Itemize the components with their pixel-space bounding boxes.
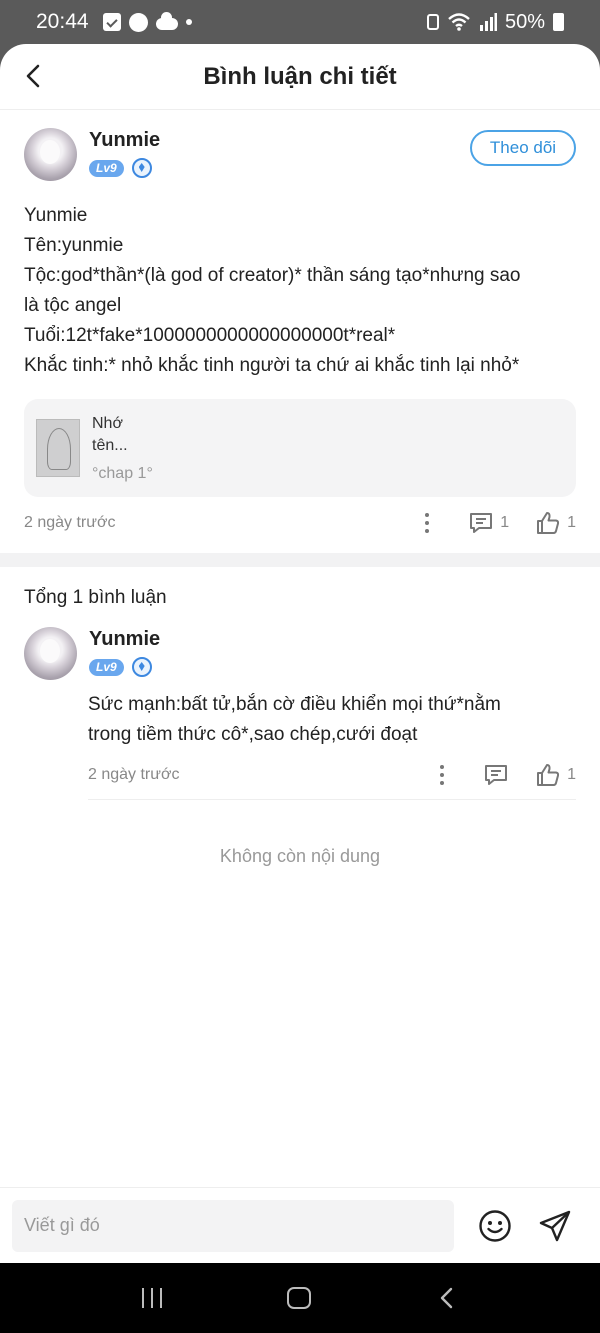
comment-input[interactable] bbox=[12, 1199, 454, 1252]
comment-content: Sức mạnh:bất tử,bắn cờ điều khiển mọi th… bbox=[88, 690, 576, 750]
battery-icon bbox=[553, 13, 564, 31]
end-of-content-label: Không còn nội dung bbox=[219, 846, 381, 866]
recents-button[interactable] bbox=[142, 1288, 163, 1308]
post-actions: 1 1 bbox=[424, 510, 576, 536]
notification-icons bbox=[102, 12, 192, 32]
post-content: Yunmie Tên:yunmie Tộc:god*thần*(là god o… bbox=[24, 201, 576, 381]
post-line: Tuổi:12t*fake*1000000000000000000t*real* bbox=[24, 325, 396, 346]
author-meta: Yunmie Lv9 bbox=[89, 627, 160, 677]
check-notification-icon bbox=[102, 13, 121, 31]
story-title-line: Nhớ bbox=[92, 415, 123, 432]
follow-button[interactable]: Theo dõi bbox=[470, 130, 576, 166]
wifi-icon bbox=[448, 13, 470, 31]
story-title-line: tên... bbox=[92, 437, 128, 454]
thumbs-up-icon bbox=[537, 763, 560, 786]
diamond-badge-icon bbox=[131, 657, 152, 677]
like-count: 1 bbox=[567, 514, 576, 531]
system-nav-bar bbox=[0, 1263, 600, 1333]
post-line: Yunmie bbox=[24, 205, 88, 226]
comment-input-bar bbox=[0, 1187, 600, 1263]
reply-button[interactable] bbox=[483, 762, 509, 788]
cloud-icon bbox=[155, 12, 178, 30]
author-name[interactable]: Yunmie bbox=[89, 128, 160, 152]
post-author-row: Yunmie Lv9 Theo dõi bbox=[24, 128, 576, 181]
avatar[interactable] bbox=[24, 627, 77, 680]
lock-icon bbox=[426, 14, 439, 30]
send-icon[interactable] bbox=[538, 1209, 572, 1243]
section-divider bbox=[0, 553, 600, 567]
post-line: Tên:yunmie bbox=[24, 235, 124, 256]
comment-detail-screen: Bình luận chi tiết Yunmie Lv9 Theo dõi Y… bbox=[0, 44, 600, 1263]
comment-line: trong tiềm thức cô*,sao chép,cưới đoạt bbox=[88, 724, 418, 745]
comment-author-row: Yunmie Lv9 bbox=[24, 627, 576, 680]
comment-line: Sức mạnh:bất tử,bắn cờ điều khiển mọi th… bbox=[88, 694, 501, 715]
status-time: 20:44 bbox=[36, 10, 89, 33]
post-line: Tộc:god*thần*(là god of creator)* thần s… bbox=[24, 265, 521, 286]
story-chapter: °chap 1° bbox=[92, 465, 153, 482]
author-badges: Lv9 bbox=[89, 158, 160, 178]
story-info: Nhớ tên... °chap 1° bbox=[92, 413, 153, 483]
comment-icon bbox=[485, 764, 508, 785]
battery-percent: 50% bbox=[504, 10, 545, 33]
avatar[interactable] bbox=[24, 128, 77, 181]
author-badges: Lv9 bbox=[89, 657, 160, 677]
level-badge: Lv9 bbox=[89, 159, 124, 177]
top-bar: Bình luận chi tiết bbox=[0, 44, 600, 110]
level-badge: Lv9 bbox=[89, 658, 124, 676]
thumbs-up-icon bbox=[537, 512, 560, 534]
like-button[interactable]: 1 bbox=[535, 762, 576, 788]
more-options-icon[interactable] bbox=[424, 512, 430, 534]
comment-total: Tổng 1 bình luận bbox=[24, 587, 167, 608]
main-post: Yunmie Lv9 Theo dõi Yunmie Tên:yunmie Tộ… bbox=[0, 110, 600, 549]
reply-count: 1 bbox=[500, 514, 510, 531]
post-line: Khắc tinh:* nhỏ khắc tinh người ta chứ a… bbox=[24, 355, 520, 376]
system-icons: 50% bbox=[426, 10, 564, 34]
diamond-badge-icon bbox=[131, 158, 152, 178]
comment-icon bbox=[470, 513, 493, 533]
globe-notification-icon bbox=[128, 12, 148, 32]
comment-author-name[interactable]: Yunmie bbox=[89, 627, 160, 651]
author-meta: Yunmie Lv9 bbox=[89, 128, 160, 178]
more-notifications-dot-icon bbox=[185, 19, 192, 25]
post-line: là tộc angel bbox=[24, 295, 122, 316]
like-count: 1 bbox=[567, 765, 576, 783]
emoji-icon[interactable] bbox=[478, 1209, 512, 1243]
like-button[interactable]: 1 bbox=[535, 510, 576, 536]
post-meta-row: 2 ngày trước 1 1 bbox=[24, 497, 576, 549]
story-thumbnail bbox=[36, 419, 80, 477]
comment-meta-row: 2 ngày trước 1 bbox=[88, 750, 576, 800]
referenced-story-card[interactable]: Nhớ tên... °chap 1° bbox=[24, 399, 576, 497]
post-time: 2 ngày trước bbox=[24, 514, 116, 531]
page-title: Bình luận chi tiết bbox=[203, 62, 397, 90]
status-bar: 20:44 50% bbox=[0, 0, 600, 44]
comment-item: Yunmie Lv9 Sức mạnh:bất tử,bắn cờ điều k… bbox=[0, 609, 600, 800]
reply-button[interactable]: 1 bbox=[468, 510, 509, 536]
back-arrow-icon[interactable] bbox=[20, 62, 48, 90]
more-options-icon[interactable] bbox=[439, 764, 445, 786]
comment-time: 2 ngày trước bbox=[88, 765, 180, 783]
home-button[interactable] bbox=[286, 1287, 311, 1309]
system-back-icon[interactable] bbox=[436, 1287, 458, 1309]
comment-actions: 1 bbox=[439, 762, 576, 788]
signal-icon bbox=[479, 13, 497, 31]
